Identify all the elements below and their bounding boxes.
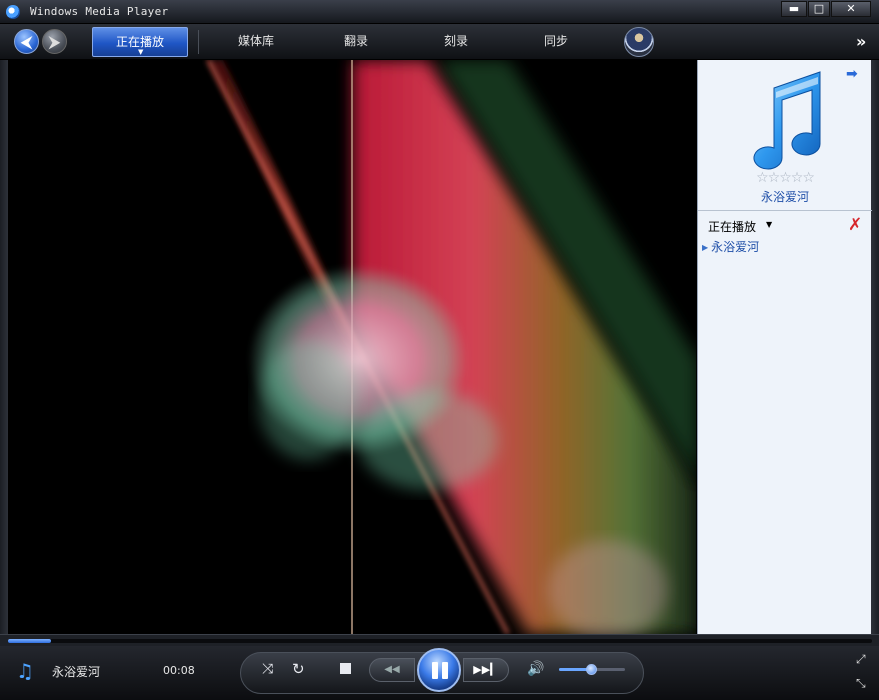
overflow-chevron-icon[interactable]: »: [856, 32, 866, 51]
seek-progress: [8, 639, 52, 643]
title-bar: Windows Media Player ▬ □ ✕: [0, 0, 879, 24]
tab-burn[interactable]: 刻录: [420, 27, 492, 57]
hide-pane-arrow-icon[interactable]: ➡: [846, 66, 858, 82]
music-note-icon: ♫: [16, 659, 34, 683]
shuffle-button[interactable]: ⤨: [262, 661, 273, 677]
tab-label: 正在播放: [115, 35, 164, 49]
maximize-button[interactable]: □: [808, 1, 830, 17]
window-frame-left: [0, 60, 8, 634]
compact-mode-icon[interactable]: ⤡: [856, 676, 866, 691]
visualization-graphic: [206, 60, 696, 634]
current-track-title: 永浴爱河: [760, 190, 809, 204]
volume-slider[interactable]: [559, 664, 625, 675]
window-frame-right: [871, 60, 879, 634]
album-art-music-note-icon: [753, 71, 821, 170]
taskbar: ⮜ ⮞ 正在播放 ▼ 媒体库 翻录 刻录 同步 »: [0, 24, 879, 60]
pause-button[interactable]: [417, 648, 461, 692]
media-guide-icon[interactable]: [624, 27, 654, 57]
media-player-icon: [6, 5, 20, 19]
mute-button[interactable]: 🔊: [527, 661, 544, 677]
playlist-pane: ➡ ☆☆☆☆☆ 永浴爱河 正在播放 ▼ ✗ ▶ 永浴爱河: [697, 60, 872, 634]
playlist-header[interactable]: 正在播放: [708, 218, 756, 235]
seek-bar[interactable]: [8, 639, 872, 643]
tab-dropdown-icon: ▼: [138, 48, 144, 56]
back-button[interactable]: ⮜: [14, 29, 39, 54]
previous-button[interactable]: ◀◀: [369, 658, 415, 682]
fullscreen-icon[interactable]: ⤢: [856, 652, 866, 667]
tab-library[interactable]: 媒体库: [220, 27, 292, 57]
tab-now-playing[interactable]: 正在播放 ▼: [92, 27, 188, 57]
forward-button[interactable]: ⮞: [42, 29, 67, 54]
volume-knob[interactable]: [586, 664, 597, 675]
pause-icon: [442, 662, 448, 679]
minimize-button[interactable]: ▬: [781, 1, 807, 17]
clear-playlist-icon[interactable]: ✗: [848, 215, 862, 235]
visualization-area[interactable]: [8, 60, 696, 634]
repeat-button[interactable]: ↻: [292, 660, 305, 678]
stop-button[interactable]: [340, 663, 351, 674]
divider: [198, 30, 199, 54]
elapsed-time: 00:08: [163, 664, 195, 677]
next-button[interactable]: ▶▶▎: [463, 658, 509, 682]
status-track-name: 永浴爱河: [52, 665, 101, 679]
list-item[interactable]: ▶ 永浴爱河: [702, 238, 759, 255]
divider: [698, 210, 872, 211]
star-rating[interactable]: ☆☆☆☆☆: [698, 170, 872, 186]
now-playing-indicator-icon: ▶: [702, 243, 709, 252]
close-button[interactable]: ✕: [831, 1, 871, 17]
playlist-dropdown-icon[interactable]: ▼: [766, 220, 772, 229]
tab-rip[interactable]: 翻录: [320, 27, 392, 57]
seek-bar-area: [0, 634, 879, 646]
pause-icon: [432, 662, 438, 679]
control-bar: ♫ 永浴爱河 00:08 ⤨ ↻ ◀◀ ▶▶▎ 🔊 ⤢ ⤡: [0, 646, 879, 700]
list-item-label: 永浴爱河: [711, 240, 760, 254]
window-title: Windows Media Player: [30, 5, 169, 18]
tab-sync[interactable]: 同步: [520, 27, 592, 57]
